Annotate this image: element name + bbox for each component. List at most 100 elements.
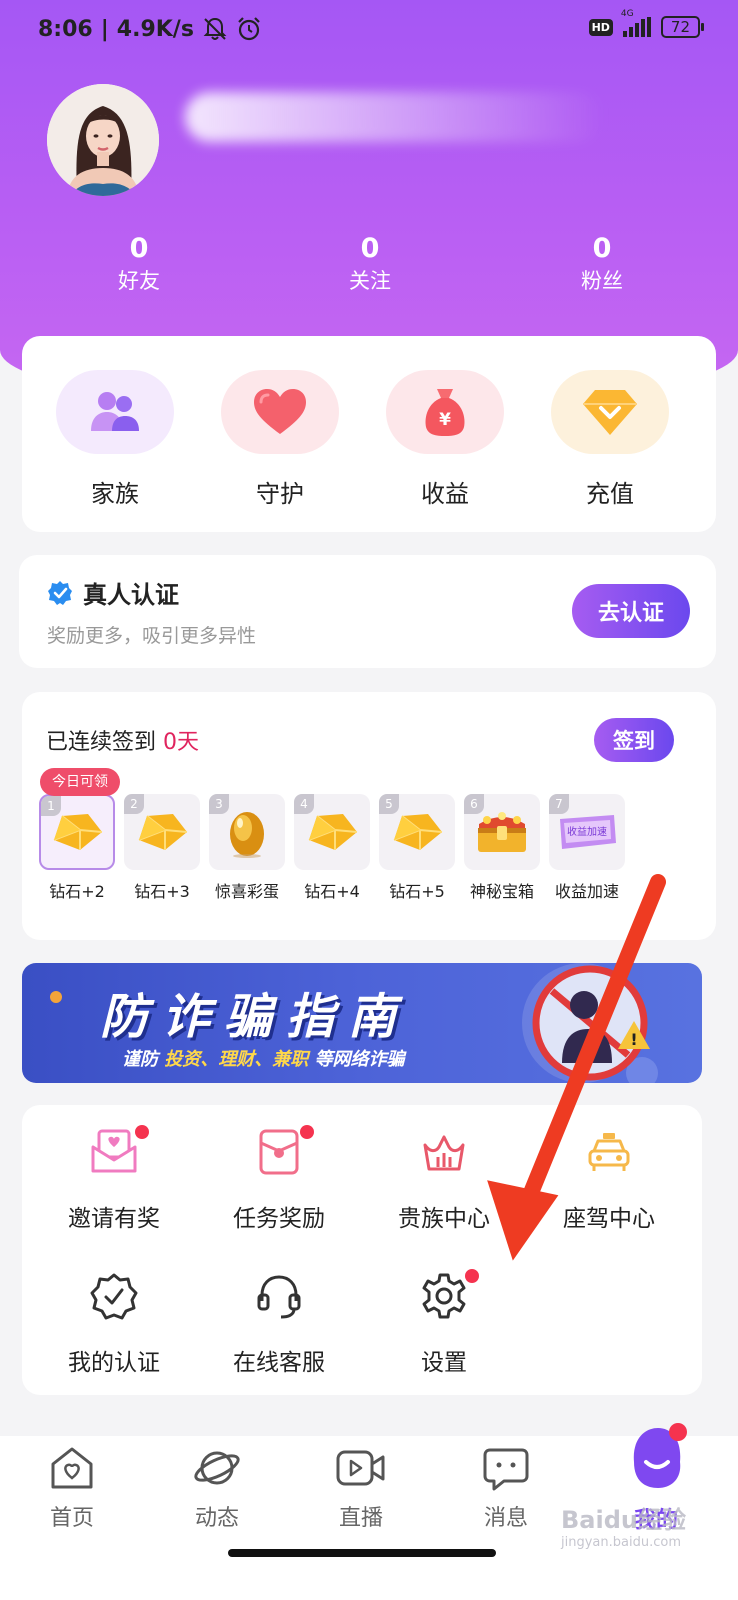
notification-dot — [300, 1125, 314, 1139]
invite-envelope-icon — [89, 1125, 149, 1177]
checkin-status: 已连续签到 0天 — [46, 724, 199, 756]
verification-subtitle: 奖励更多，吸引更多异性 — [47, 625, 257, 647]
profile-stats: 0 好友 0 关注 0 粉丝 — [0, 232, 738, 302]
stat-count: 0 — [129, 233, 149, 264]
tab-label: 消息 — [483, 1506, 528, 1531]
banner-title: 防诈骗指南 — [100, 989, 411, 1045]
menu-settings[interactable]: 设置 — [364, 1269, 524, 1377]
avatar-portrait-icon — [47, 84, 159, 196]
checkin-day-4: 4 钻石+4 — [294, 794, 370, 902]
verified-check-icon — [48, 580, 72, 605]
signal-icon: 4G — [621, 9, 651, 37]
stat-fans[interactable]: 0 粉丝 — [527, 232, 677, 296]
planet-icon — [194, 1451, 240, 1485]
checkin-title: 已连续签到 — [46, 730, 157, 755]
speed-ticket-icon: 收益加速 — [560, 815, 616, 849]
tab-label: 动态 — [194, 1506, 239, 1531]
stat-label: 粉丝 — [581, 269, 623, 293]
stat-friends[interactable]: 0 好友 — [64, 232, 214, 296]
checkin-day-2: 2 钻石+3 — [124, 794, 200, 902]
reward-label: 钻石+5 — [389, 882, 445, 901]
reward-label: 收益加速 — [554, 882, 619, 901]
car-icon — [584, 1127, 634, 1177]
verified-badge-icon — [89, 1271, 139, 1321]
diamond-icon — [551, 370, 669, 454]
quick-action-recharge[interactable]: 充值 — [551, 370, 669, 509]
tab-label: 直播 — [338, 1506, 383, 1531]
battery-indicator: 72 — [660, 16, 705, 38]
quick-action-label: 收益 — [421, 480, 469, 508]
quick-action-guard[interactable]: 守护 — [221, 370, 339, 509]
checkin-days: 0天 — [163, 730, 200, 755]
tab-live[interactable]: 直播 — [311, 1444, 411, 1532]
stat-count: 0 — [360, 233, 380, 264]
menu-label: 贵族中心 — [398, 1206, 490, 1232]
menu-label: 任务奖励 — [233, 1206, 325, 1232]
reward-label: 惊喜彩蛋 — [214, 882, 279, 901]
tab-moments[interactable]: 动态 — [167, 1444, 267, 1532]
stat-following[interactable]: 0 关注 — [295, 232, 445, 296]
menu-online-service[interactable]: 在线客服 — [199, 1271, 359, 1377]
today-claimable-badge: 今日可领 — [40, 768, 120, 796]
heart-icon — [221, 370, 339, 454]
checkin-day-1[interactable]: 1 钻石+2 — [39, 794, 115, 902]
stat-label: 好友 — [118, 269, 160, 293]
diamond-gold-icon — [53, 814, 103, 850]
notification-dot — [135, 1125, 149, 1139]
treasure-chest-icon — [478, 812, 526, 852]
crown-icon — [419, 1127, 469, 1177]
more-services-card: 邀请有奖 任务奖励 贵族中心 座驾中心 我的认证 在线客服 设置 — [22, 1105, 702, 1395]
menu-my-verification[interactable]: 我的认证 — [34, 1271, 194, 1377]
baidu-watermark: Baidu经验 jingyan.baidu.com — [561, 1506, 686, 1550]
tab-home[interactable]: 首页 — [22, 1444, 122, 1532]
real-person-verification-card: 真人认证 奖励更多，吸引更多异性 去认证 — [19, 555, 716, 668]
profile-mascot-icon — [633, 1423, 687, 1488]
svg-text:¥: ¥ — [439, 410, 451, 430]
menu-noble-center[interactable]: 贵族中心 — [364, 1127, 524, 1233]
hd-badge: HD — [588, 18, 613, 36]
checkin-button[interactable]: 签到 — [594, 718, 674, 762]
quick-actions-card: 家族 守护 ¥ 收益 充值 — [22, 336, 716, 532]
checkin-day-5: 5 钻石+5 — [379, 794, 455, 902]
tab-messages[interactable]: 消息 — [456, 1444, 556, 1532]
tab-label: 首页 — [49, 1506, 94, 1531]
gear-icon — [419, 1269, 479, 1321]
quick-action-label: 家族 — [91, 480, 139, 508]
banner-subtitle: 谨防 投资、理财、兼职 等网络诈骗 — [122, 1049, 405, 1070]
quick-action-label: 充值 — [586, 480, 634, 508]
quick-action-income[interactable]: ¥ 收益 — [386, 370, 504, 509]
stat-count: 0 — [592, 233, 612, 264]
menu-task-reward[interactable]: 任务奖励 — [199, 1125, 359, 1233]
diamond-gold-icon — [308, 814, 358, 850]
video-icon — [336, 1450, 385, 1486]
reward-label: 钻石+4 — [304, 882, 360, 901]
checkin-day-3: 3 惊喜彩蛋 — [209, 794, 285, 902]
checkin-day-6: 6 神秘宝箱 — [464, 794, 540, 902]
notification-dot — [465, 1269, 479, 1283]
avatar[interactable] — [47, 84, 159, 196]
family-icon — [56, 370, 174, 454]
nickname-blurred — [185, 92, 605, 142]
menu-vehicle-center[interactable]: 座驾中心 — [529, 1127, 689, 1233]
reward-label: 钻石+2 — [49, 882, 105, 901]
reward-label: 神秘宝箱 — [469, 882, 534, 901]
chat-icon — [483, 1448, 529, 1491]
menu-label: 座驾中心 — [563, 1206, 655, 1232]
money-bag-icon: ¥ — [386, 370, 504, 454]
go-verify-button[interactable]: 去认证 — [572, 584, 690, 638]
quick-action-family[interactable]: 家族 — [56, 370, 174, 509]
diamond-gold-icon — [138, 814, 188, 850]
status-network-speed: 4.9K/s — [116, 16, 194, 42]
menu-label: 在线客服 — [233, 1350, 325, 1376]
checkin-day-7: 7 收益加速 收益加速 — [549, 794, 625, 902]
quick-action-label: 守护 — [256, 480, 304, 508]
verification-title: 真人认证 — [83, 581, 179, 609]
reward-label: 钻石+3 — [134, 882, 190, 901]
alarm-clock-icon — [238, 17, 260, 41]
menu-invite-reward[interactable]: 邀请有奖 — [34, 1125, 194, 1233]
home-indicator[interactable] — [228, 1549, 496, 1557]
anti-fraud-banner[interactable]: ! 防诈骗指南 谨防 投资、理财、兼职 等网络诈骗 — [22, 963, 702, 1083]
checkin-card: 已连续签到 0天 签到 今日可领 1 钻石+2 2 钻石+3 3 惊喜彩蛋 4 … — [22, 692, 716, 940]
home-icon — [51, 1447, 93, 1489]
golden-egg-icon — [230, 812, 264, 858]
